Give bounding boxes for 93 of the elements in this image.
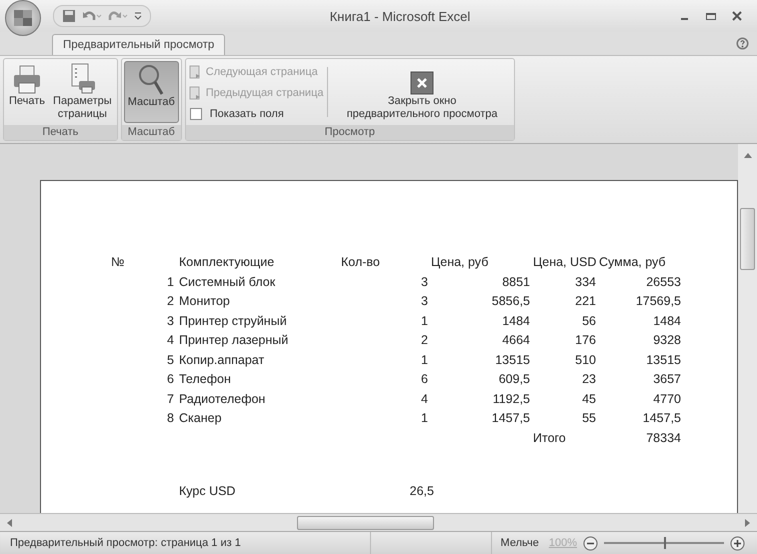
table-cell-text: 4664 bbox=[501, 332, 530, 348]
table-cell-text: 1192,5 bbox=[492, 390, 530, 407]
table-cell-text: 609,5 bbox=[498, 371, 530, 388]
group-label: Масштаб bbox=[122, 125, 181, 140]
vertical-scrollbar[interactable] bbox=[738, 144, 757, 513]
checkbox-icon[interactable] bbox=[190, 108, 202, 120]
table-cell-text: 3 bbox=[166, 312, 174, 329]
table-cell-text: 510 bbox=[574, 352, 596, 368]
magnifier-icon bbox=[136, 64, 166, 96]
table-cell-text: 23 bbox=[581, 371, 596, 388]
column-header: № bbox=[111, 254, 126, 270]
table-cell-text: 6 bbox=[166, 371, 174, 388]
table-cell-text: 221 bbox=[574, 293, 596, 310]
horizontal-scrollbar[interactable] bbox=[0, 513, 757, 531]
table-cell-text: Телефон bbox=[178, 371, 232, 388]
table-cell-text: 2 bbox=[166, 293, 174, 310]
column-header: Кол-во bbox=[340, 254, 381, 270]
table-cell-text: 5 bbox=[166, 352, 174, 368]
scroll-thumb[interactable] bbox=[740, 208, 755, 270]
table-cell-text: 3 bbox=[420, 293, 428, 310]
column-header: Цена, USD bbox=[532, 254, 596, 270]
table-cell-text: 13515 bbox=[645, 352, 681, 368]
total-value: 78334 bbox=[645, 430, 681, 446]
table-cell-text: Принтер лазерный bbox=[178, 332, 290, 348]
column-header: Комплектующие bbox=[178, 254, 276, 270]
zoom-out-label: Мельче bbox=[500, 537, 539, 549]
page-icon bbox=[188, 65, 202, 79]
column-header: Цена, руб bbox=[430, 254, 490, 270]
table-cell-text: 1457,5 bbox=[642, 410, 681, 426]
table-cell-text: 13515 bbox=[494, 352, 530, 368]
table-cell-text: 2 bbox=[420, 332, 428, 348]
table-cell-text: 6 bbox=[420, 371, 428, 388]
table-cell-text: 55 bbox=[581, 410, 596, 426]
zoom-out-icon[interactable] bbox=[583, 536, 598, 550]
office-button[interactable] bbox=[5, 0, 41, 36]
rate-label: Курс USD bbox=[178, 484, 236, 498]
table-cell-text: Копир.аппарат bbox=[178, 352, 266, 368]
close-preview-button[interactable]: Закрыть окно предварительного просмотра bbox=[332, 61, 512, 123]
show-margins-checkbox[interactable]: Показать поля bbox=[188, 105, 324, 123]
zoom-in-icon[interactable] bbox=[730, 536, 745, 550]
table-cell-text: 1484 bbox=[501, 312, 530, 329]
table-cell-text: 1 bbox=[166, 274, 174, 290]
table-cell-text: 3 bbox=[420, 274, 428, 290]
group-label: Просмотр bbox=[186, 125, 514, 140]
scroll-left-icon[interactable] bbox=[6, 518, 12, 526]
undo-icon[interactable] bbox=[82, 9, 102, 23]
redo-icon[interactable] bbox=[108, 9, 128, 23]
ribbon-tab[interactable]: Предварительный просмотр bbox=[52, 34, 226, 55]
group-label: Печать bbox=[4, 125, 117, 140]
table-cell-text: 45 bbox=[581, 390, 596, 407]
table-cell-text: 4770 bbox=[652, 390, 681, 407]
table-cell-text: 1 bbox=[420, 312, 428, 329]
table-cell-text: Радиотелефон bbox=[178, 390, 266, 407]
customize-icon[interactable] bbox=[134, 11, 142, 21]
table-cell-text: 9328 bbox=[652, 332, 681, 348]
window-title: Книга1 - Microsoft Excel bbox=[328, 8, 472, 24]
save-icon[interactable] bbox=[62, 9, 76, 23]
scroll-up-icon[interactable] bbox=[744, 152, 752, 158]
table-cell-text: 1 bbox=[420, 410, 428, 426]
table-cell-text: Принтер струйный bbox=[178, 312, 288, 329]
table-cell-text: 8 bbox=[166, 410, 174, 426]
total-label: Итого bbox=[532, 430, 567, 446]
printer-icon bbox=[12, 63, 42, 95]
scroll-right-icon[interactable] bbox=[745, 518, 751, 526]
table-cell-text: 17569,5 bbox=[634, 293, 681, 310]
help-icon[interactable] bbox=[736, 37, 749, 50]
page-icon bbox=[188, 86, 202, 100]
table-cell-text: 1484 bbox=[652, 312, 681, 329]
checkbox-label: Показать поля bbox=[210, 108, 284, 120]
table-cell-text: 3657 bbox=[652, 371, 681, 388]
table-cell-text: 7 bbox=[166, 390, 174, 407]
table-cell-text: 1457,5 bbox=[490, 410, 530, 426]
close-icon bbox=[410, 71, 434, 95]
table-cell-text: 56 bbox=[581, 312, 596, 329]
table-cell-text: 26553 bbox=[645, 274, 681, 290]
status-text: Предварительный просмотр: страница 1 из 1 bbox=[9, 537, 242, 549]
table-cell-text: 1 bbox=[420, 352, 428, 368]
page-setup-button[interactable]: Параметры страницы bbox=[50, 61, 115, 123]
column-header: Сумма, руб bbox=[598, 254, 667, 270]
scroll-thumb[interactable] bbox=[297, 516, 434, 530]
print-button[interactable]: Печать bbox=[6, 61, 48, 123]
table-cell-text: Системный блок bbox=[178, 274, 276, 290]
table-cell-text: 4 bbox=[420, 390, 428, 407]
table-cell-text: 176 bbox=[574, 332, 596, 348]
table-cell-text: 8851 bbox=[501, 274, 530, 290]
table-cell-text: 4 bbox=[166, 332, 174, 348]
table-cell-text: Сканер bbox=[178, 410, 223, 426]
table-cell-text: 334 bbox=[574, 274, 596, 290]
close-icon[interactable] bbox=[731, 10, 743, 22]
table-cell-text: 5856,5 bbox=[490, 293, 530, 310]
rate-value: 26,5 bbox=[408, 484, 434, 498]
zoom-button[interactable]: Масштаб bbox=[124, 61, 179, 123]
table-cell-text: Монитор bbox=[178, 293, 231, 310]
